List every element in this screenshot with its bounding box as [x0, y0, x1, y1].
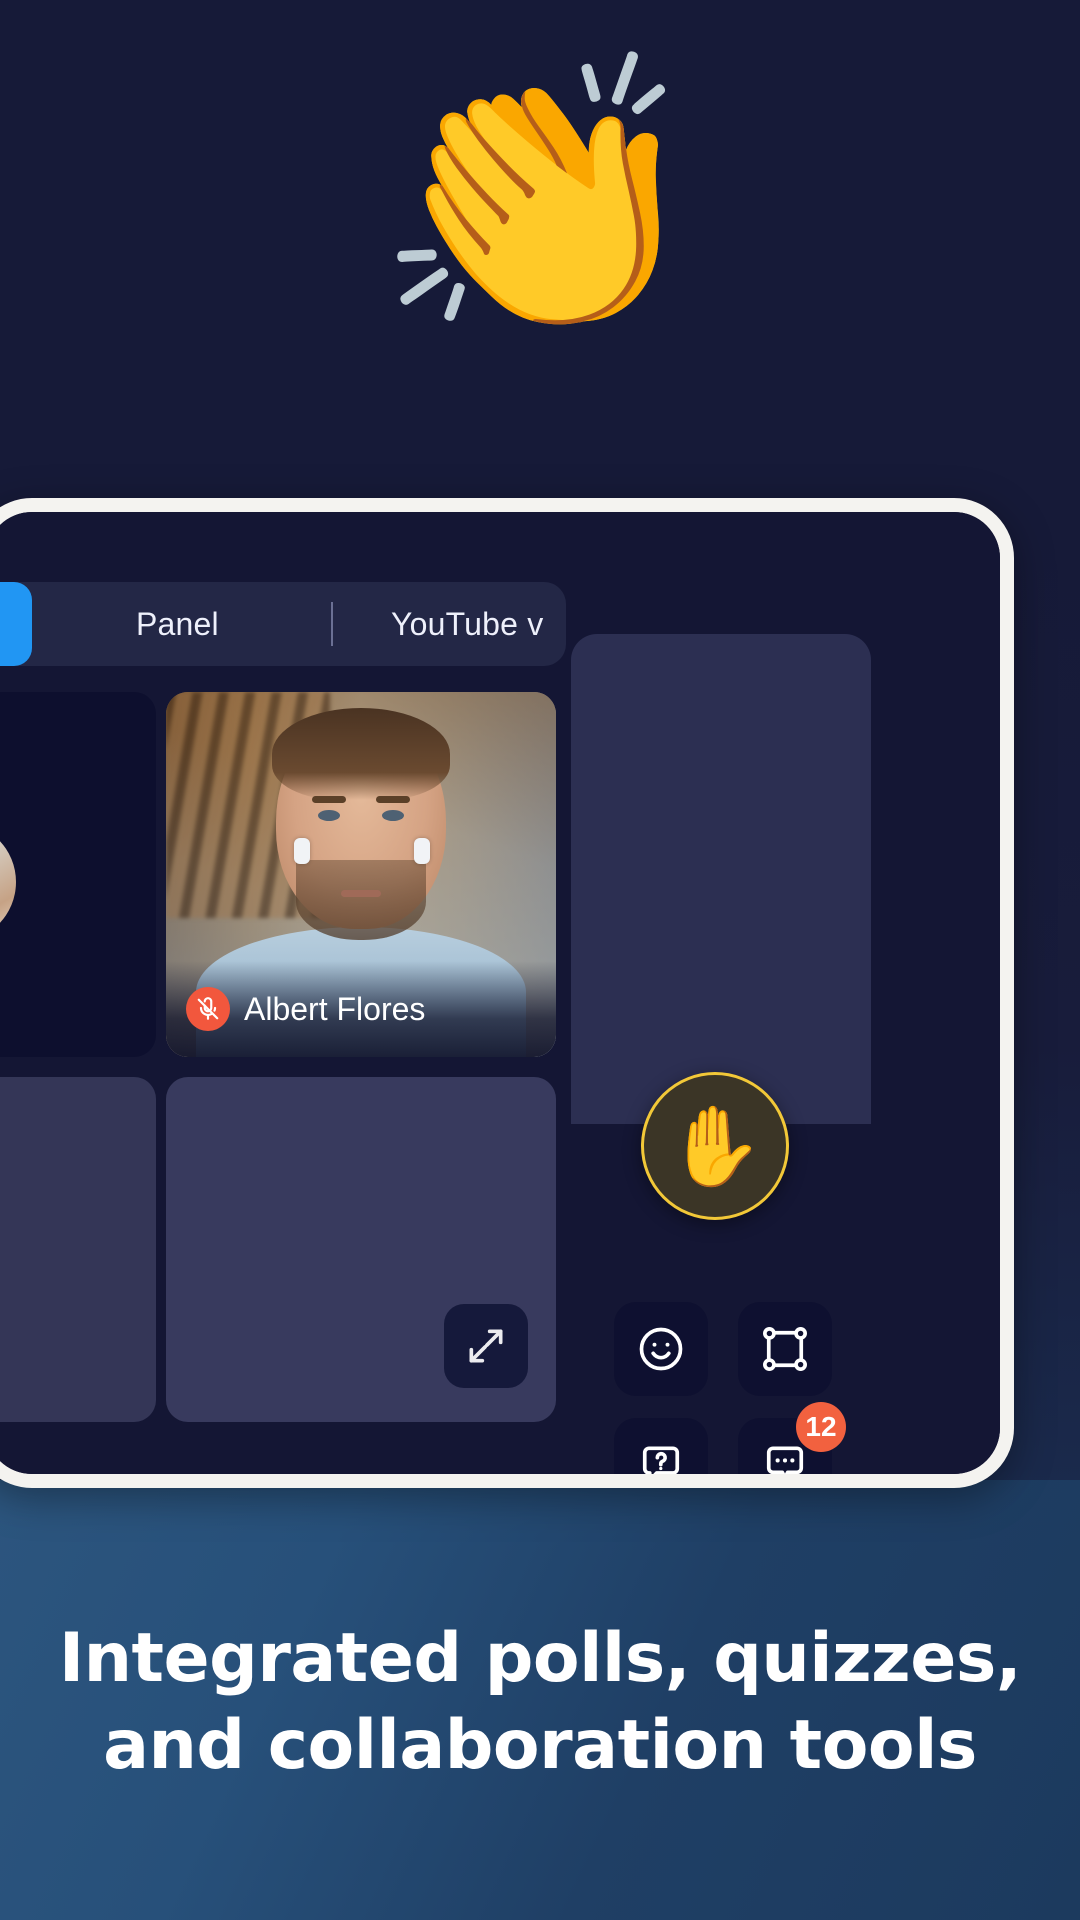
promo-headline: Integrated polls, quizzes, and collabora… [0, 1615, 1080, 1789]
video-tile-albert-flores[interactable]: Albert Flores [166, 692, 556, 1057]
raised-hand-emoji: ✋ [666, 1102, 764, 1190]
clapping-hands-emoji: 👏 [373, 46, 707, 346]
app-screen: Panel YouTube v e [0, 512, 1000, 1474]
participant-name-2: Albert Flores [244, 990, 426, 1027]
hero-top-area: 👏 [0, 0, 1080, 500]
raise-hand-button[interactable]: ✋ [641, 1072, 789, 1220]
tab-panel[interactable]: Panel [136, 606, 219, 643]
tab-youtube[interactable]: YouTube v [391, 606, 543, 643]
question-bubble-icon [642, 1446, 680, 1474]
device-frame: Panel YouTube v e [0, 498, 1014, 1488]
headline-line-1: Integrated polls, quizzes, [58, 1619, 1022, 1698]
controls-side-panel [571, 634, 871, 1124]
quiz-button[interactable] [614, 1418, 708, 1474]
headline-line-2: and collaboration tools [103, 1706, 977, 1786]
reactions-button[interactable] [614, 1302, 708, 1396]
avatar [0, 822, 16, 942]
control-icon-grid: 12 [614, 1302, 846, 1474]
expand-button[interactable] [444, 1304, 528, 1388]
mic-muted-icon [186, 987, 230, 1031]
participant-name-strip: Albert Flores [166, 961, 556, 1057]
whiteboard-button[interactable] [738, 1302, 832, 1396]
expand-arrows-icon [469, 1329, 503, 1363]
chat-unread-badge: 12 [796, 1402, 846, 1452]
selection-frame-icon [763, 1327, 807, 1371]
chat-button[interactable]: 12 [738, 1402, 846, 1474]
smiley-icon [639, 1327, 683, 1371]
video-tile-empty-2[interactable] [166, 1077, 556, 1422]
tab-divider [331, 602, 333, 646]
tab-bar: Panel YouTube v [0, 582, 566, 666]
tab-accent-blue-button[interactable] [0, 582, 32, 666]
video-tile-empty-1[interactable] [0, 1077, 156, 1422]
video-tile-participant-1[interactable]: e [0, 692, 156, 1057]
